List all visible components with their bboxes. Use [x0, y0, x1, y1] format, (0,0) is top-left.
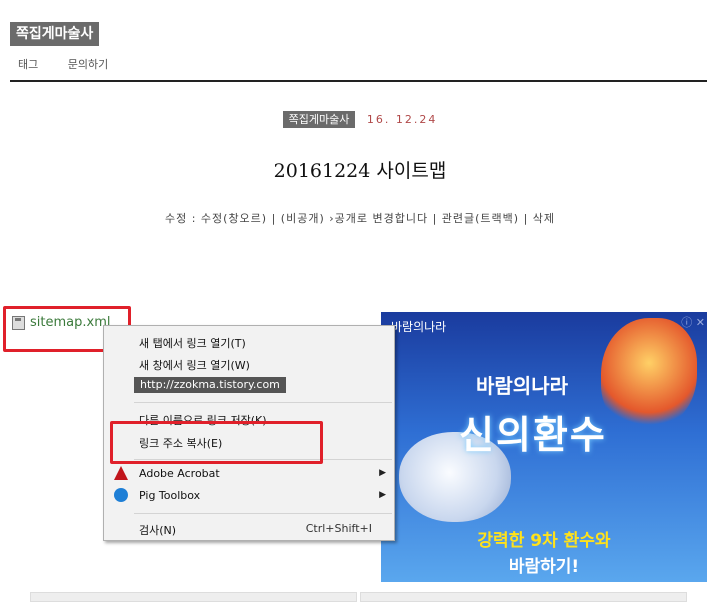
ad-title: 바람의나라 — [476, 374, 568, 398]
nav-contact[interactable]: 문의하기 — [68, 58, 108, 71]
menu-pig-toolbox[interactable]: Pig Toolbox — [139, 489, 200, 502]
menu-adobe-acrobat[interactable]: Adobe Acrobat — [139, 467, 220, 480]
post-date: 16. 12.24 — [366, 113, 438, 126]
menu-open-new-window[interactable]: 새 창에서 링크 열기(W) — [139, 357, 250, 373]
highlight-box-copy-link — [110, 421, 323, 464]
top-nav: 태그 문의하기 — [18, 56, 134, 72]
submenu-arrow-icon: ▶ — [379, 490, 386, 500]
menu-separator — [134, 513, 392, 514]
category-badge[interactable]: 쪽집게마술사 — [282, 111, 356, 128]
bottom-ad-right[interactable] — [360, 592, 687, 602]
blog-title[interactable]: 쪽집게마술사 — [10, 22, 100, 46]
ad-logo: 바람의나라 — [391, 320, 447, 334]
pig-toolbox-icon — [114, 488, 128, 502]
submenu-arrow-icon: ▶ — [379, 468, 386, 478]
post-actions[interactable]: 수정 : 수정(창오르) | (비공개) ›공개로 변경합니다 | 관련글(트랙… — [0, 210, 720, 226]
menu-url-tooltip: http://zzokma.tistory.com — [134, 377, 286, 393]
nav-tags[interactable]: 태그 — [18, 58, 38, 71]
menu-separator — [134, 402, 392, 403]
inspect-shortcut: Ctrl+Shift+I — [305, 522, 372, 535]
advertisement-banner[interactable]: 바람의나라 ⓘ ✕ 바람의나라 신의환수 강력한 9차 환수와 바람하기! — [381, 312, 707, 582]
phoenix-illustration — [601, 318, 697, 430]
ad-tagline-1: 강력한 9차 환수와 — [477, 531, 611, 551]
header-divider — [10, 80, 707, 82]
bottom-ad-left[interactable] — [30, 592, 357, 602]
ad-close-icon[interactable]: ⓘ ✕ — [681, 314, 705, 330]
menu-inspect[interactable]: 검사(N) — [139, 522, 176, 538]
post-meta: 쪽집게마술사 16. 12.24 — [0, 111, 720, 128]
ad-tagline-2: 바람하기! — [508, 557, 580, 577]
adobe-acrobat-icon — [114, 466, 128, 480]
menu-open-new-tab[interactable]: 새 탭에서 링크 열기(T) — [139, 335, 246, 351]
ad-headline: 신의환수 — [459, 413, 607, 457]
post-title: 20161224 사이트맵 — [273, 160, 447, 182]
